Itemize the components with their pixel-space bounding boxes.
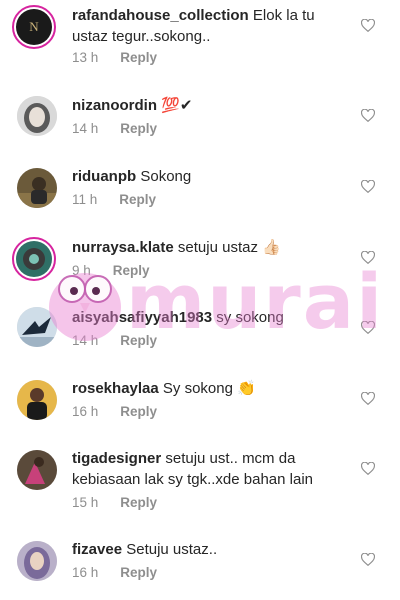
comment-time: 14 h <box>72 333 99 348</box>
watermark-text: murai <box>126 257 385 346</box>
comment-text: riduanpb Sokong <box>72 166 352 187</box>
avatar[interactable] <box>17 307 57 347</box>
man-outdoor-avatar-icon <box>17 168 57 208</box>
comment-text: nizanoordin 💯✔ <box>72 95 352 116</box>
dark-logo-avatar-icon: N <box>16 9 52 45</box>
heart-icon[interactable] <box>361 19 375 33</box>
comment-body: Sokong <box>140 168 192 185</box>
avatar[interactable] <box>17 168 57 208</box>
comment-meta: 16 h Reply <box>72 565 157 580</box>
comment-text: fizavee Setuju ustaz.. <box>72 539 352 560</box>
comment-text: nurraysa.klate setuju ustaz 👍🏻 <box>72 237 352 258</box>
reply-button[interactable]: Reply <box>120 50 157 65</box>
comment-body: setuju ustaz 👍🏻 <box>177 239 281 256</box>
teal-circle-avatar-icon <box>16 241 52 277</box>
comment-body: Setuju ustaz.. <box>126 541 218 558</box>
heart-icon[interactable] <box>361 462 375 476</box>
comment-meta: 16 h Reply <box>72 404 157 419</box>
comment-time: 13 h <box>72 50 99 65</box>
comment-username[interactable]: nurraysa.klate <box>72 239 174 256</box>
avatar[interactable] <box>17 450 57 490</box>
comment-meta: 13 h Reply <box>72 50 157 65</box>
comment-time: 14 h <box>72 121 99 136</box>
comment-meta: 9 h Reply <box>72 263 150 278</box>
comment-body: 💯✔ <box>161 97 193 114</box>
comment-text: aisyahsafiyyah1983 sy sokong <box>72 307 352 328</box>
comment-text: rosekhaylaa Sy sokong 👏 <box>72 378 352 399</box>
avatar[interactable]: N <box>12 5 56 49</box>
reply-button[interactable]: Reply <box>119 192 156 207</box>
comment-time: 9 h <box>72 263 91 278</box>
comment-body: sy sokong <box>216 309 284 326</box>
svg-text:N: N <box>29 19 39 34</box>
comment-meta: 14 h Reply <box>72 121 157 136</box>
comment-time: 16 h <box>72 565 99 580</box>
comment-username[interactable]: riduanpb <box>72 168 136 185</box>
avatar[interactable] <box>17 380 57 420</box>
woman-hijab-avatar-icon <box>17 96 57 136</box>
comment-meta: 14 h Reply <box>72 333 157 348</box>
reply-button[interactable]: Reply <box>120 333 157 348</box>
reply-button[interactable]: Reply <box>120 565 157 580</box>
heart-icon[interactable] <box>361 321 375 335</box>
comment-time: 11 h <box>72 192 98 207</box>
heart-icon[interactable] <box>361 392 375 406</box>
reply-button[interactable]: Reply <box>120 121 157 136</box>
comment-meta: 15 h Reply <box>72 495 157 510</box>
reply-button[interactable]: Reply <box>113 263 150 278</box>
comment-username[interactable]: fizavee <box>72 541 122 558</box>
reply-button[interactable]: Reply <box>120 495 157 510</box>
comment-time: 15 h <box>72 495 99 510</box>
comment-time: 16 h <box>72 404 99 419</box>
comment-text: rafandahouse_collection Elok la tu ustaz… <box>72 5 352 47</box>
comment-username[interactable]: aisyahsafiyyah1983 <box>72 309 212 326</box>
heart-icon[interactable] <box>361 251 375 265</box>
comment-username[interactable]: rosekhaylaa <box>72 380 159 397</box>
avatar[interactable] <box>12 237 56 281</box>
heart-icon[interactable] <box>361 109 375 123</box>
comment-meta: 11 h Reply <box>72 192 156 207</box>
comment-text: tigadesigner setuju ust.. mcm da kebiasa… <box>72 448 352 490</box>
pink-outdoor-avatar-icon <box>17 450 57 490</box>
comment-body: Sy sokong 👏 <box>162 380 256 397</box>
comment-username[interactable]: tigadesigner <box>72 450 161 467</box>
woman-black-outfit-avatar-icon <box>17 380 57 420</box>
woman-hijab-purple-avatar-icon <box>17 541 57 581</box>
heart-icon[interactable] <box>361 553 375 567</box>
heart-icon[interactable] <box>361 180 375 194</box>
bird-sky-avatar-icon <box>17 307 57 347</box>
comment-username[interactable]: nizanoordin <box>72 97 157 114</box>
comment-username[interactable]: rafandahouse_collection <box>72 7 249 24</box>
avatar[interactable] <box>17 96 57 136</box>
reply-button[interactable]: Reply <box>120 404 157 419</box>
avatar[interactable] <box>17 541 57 581</box>
